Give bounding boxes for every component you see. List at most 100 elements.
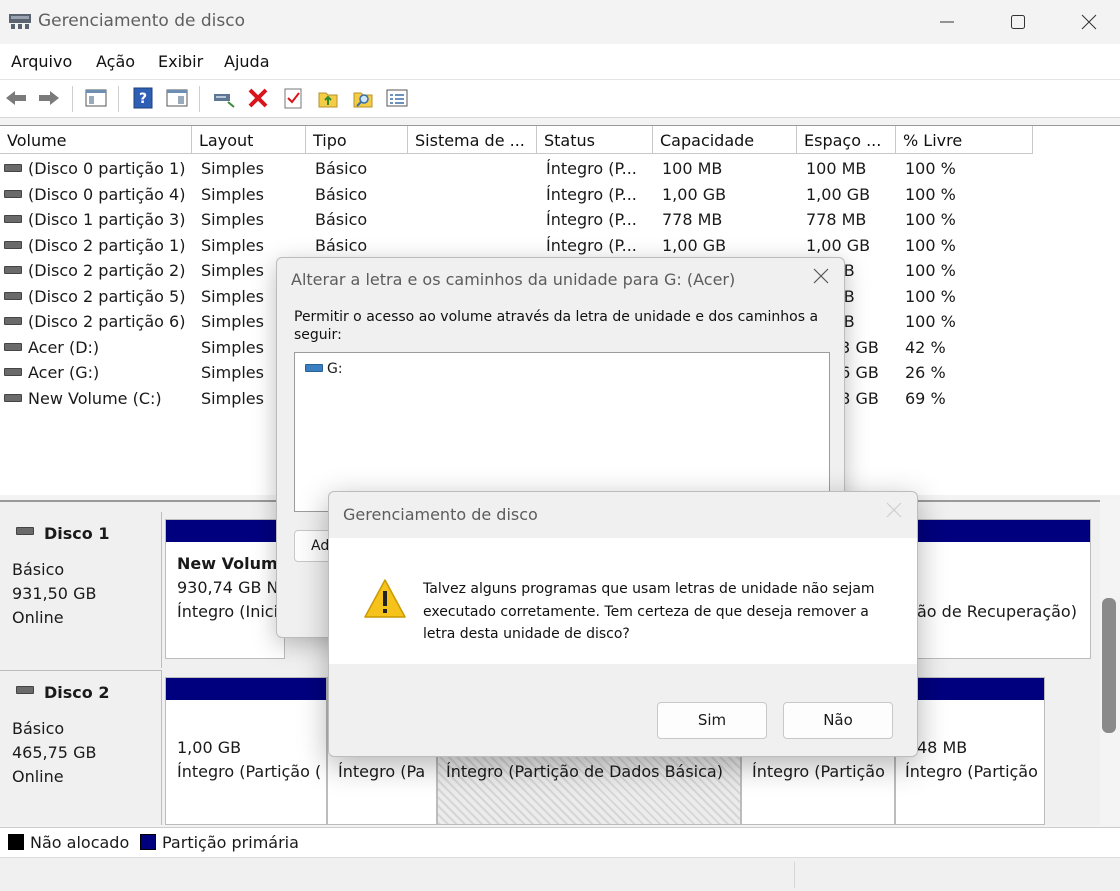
no-button[interactable]: Não xyxy=(783,702,893,739)
table-cell-capacity: 778 MB xyxy=(662,210,723,229)
checklist-icon xyxy=(284,88,302,109)
window-title: Gerenciamento de disco xyxy=(38,11,246,31)
menu-acao[interactable]: Ação xyxy=(96,52,135,71)
legend-primary: Partição primária xyxy=(162,833,299,852)
table-cell-name: (Disco 0 partição 4) xyxy=(4,182,189,207)
table-cell-type: Básico xyxy=(315,235,368,255)
disk-name: Disco 1 xyxy=(44,524,110,543)
column-header-espaco[interactable]: Espaço ... xyxy=(797,126,896,154)
partition-block[interactable]: 1,00 GB Íntegro (Partição ( xyxy=(165,677,327,825)
minimize-button[interactable] xyxy=(912,0,982,44)
toolbar: ? xyxy=(0,80,1120,118)
paths-list[interactable]: G: xyxy=(294,352,830,512)
maximize-button[interactable] xyxy=(983,0,1053,44)
partition-status: Íntegro (Partição ( xyxy=(177,762,322,781)
volume-icon xyxy=(4,266,22,274)
volume-icon xyxy=(4,240,22,249)
disk-2-label[interactable]: Disco 2 Básico 465,75 GB Online xyxy=(0,670,162,825)
close-icon xyxy=(1081,14,1097,30)
primary-partition-bar xyxy=(166,520,284,542)
table-row[interactable]: (Disco 2 partição 1) Simples Básico Íntegro… xyxy=(0,233,1120,258)
table-cell-layout: Simples xyxy=(201,184,264,204)
dialog-close-button[interactable] xyxy=(812,266,830,291)
partition-status: Íntegro (Pa xyxy=(338,762,426,781)
menu-exibir[interactable]: Exibir xyxy=(158,52,203,71)
table-cell-pct: 26 % xyxy=(905,363,946,382)
column-header-tipo[interactable]: Tipo xyxy=(306,126,408,154)
table-cell-name: (Disco 2 partição 6) xyxy=(4,309,189,334)
legend-unallocated: Não alocado xyxy=(30,833,130,852)
primary-partition-bar xyxy=(166,678,326,700)
table-row[interactable]: (Disco 0 partição 1) Simples Básico Íntegro… xyxy=(0,156,1120,181)
volume-name: (Disco 1 partição 3) xyxy=(28,210,186,229)
list-item[interactable]: G: xyxy=(305,361,343,377)
column-header-filesystem[interactable]: Sistema de ... xyxy=(408,126,537,154)
back-button[interactable] xyxy=(4,86,28,110)
yes-button[interactable]: Sim xyxy=(657,702,767,739)
menu-ajuda[interactable]: Ajuda xyxy=(224,52,270,71)
table-cell-pct: 100 % xyxy=(905,312,956,331)
table-cell-layout: Simples xyxy=(201,388,264,408)
partition-status: Íntegro (Inici xyxy=(177,602,279,621)
table-cell-type: Básico xyxy=(315,159,368,178)
disk-icon xyxy=(16,527,34,535)
warning-icon xyxy=(364,579,406,618)
folder-search-button[interactable] xyxy=(351,86,375,110)
folder-search-icon xyxy=(353,92,373,108)
primary-swatch xyxy=(140,834,156,850)
unallocated-swatch xyxy=(8,834,24,850)
column-header-status[interactable]: Status xyxy=(537,126,653,154)
column-header-livre[interactable]: % Livre xyxy=(896,126,1033,154)
close-icon xyxy=(813,268,829,284)
table-cell-layout: Simples xyxy=(201,312,264,331)
table-cell-pct: 100 % xyxy=(905,286,956,306)
scrollbar-thumb[interactable] xyxy=(1102,598,1116,733)
table-row[interactable]: (Disco 0 partição 4) Simples Básico Íntegro… xyxy=(0,182,1120,207)
dialog-close-button[interactable] xyxy=(885,500,903,525)
delete-button[interactable] xyxy=(246,86,270,110)
disk-icon xyxy=(16,686,34,694)
title-bar: Gerenciamento de disco xyxy=(0,0,1120,44)
folder-up-button[interactable] xyxy=(316,86,340,110)
volume-name: (Disco 2 partição 6) xyxy=(28,312,186,331)
table-cell-pct: 100 % xyxy=(905,159,956,178)
partition-block[interactable]: New Volum 930,74 GB N Íntegro (Inici xyxy=(165,519,285,659)
list-button[interactable] xyxy=(385,86,409,110)
table-cell-name: (Disco 0 partição 1) xyxy=(4,156,189,181)
close-icon xyxy=(886,502,902,518)
column-header-volume[interactable]: Volume xyxy=(0,126,192,154)
partition-label: New Volum xyxy=(177,554,278,573)
show-hide-console-tree-button[interactable] xyxy=(84,86,108,110)
table-cell-layout: Simples xyxy=(201,286,264,306)
help-button[interactable]: ? xyxy=(131,86,155,110)
disk-name: Disco 2 xyxy=(44,683,110,702)
toolbar-separator xyxy=(199,86,200,112)
volume-name: (Disco 0 partição 4) xyxy=(28,184,186,204)
partition-size: 48 MB xyxy=(917,738,968,757)
volume-name: (Disco 0 partição 1) xyxy=(28,159,186,178)
delete-icon xyxy=(248,88,268,108)
column-header-capacidade[interactable]: Capacidade xyxy=(653,126,797,154)
table-cell-free: 1,00 GB xyxy=(806,184,871,204)
close-button[interactable] xyxy=(1054,0,1120,44)
volume-icon xyxy=(4,189,22,198)
checklist-button[interactable] xyxy=(281,86,305,110)
partition-size: 930,74 GB N xyxy=(177,578,279,597)
volume-icon xyxy=(4,368,22,376)
dialog-message: Talvez alguns programas que usam letras … xyxy=(423,581,875,642)
column-header-layout[interactable]: Layout xyxy=(192,126,306,154)
connect-button[interactable] xyxy=(212,86,236,110)
table-cell-capacity: 1,00 GB xyxy=(662,235,727,255)
partition-block[interactable]: ão de Recuperação) xyxy=(917,519,1091,659)
table-row[interactable]: (Disco 1 partição 3) Simples Básico Íntegro… xyxy=(0,207,1120,232)
volume-name: (Disco 2 partição 2) xyxy=(28,261,186,280)
forward-button[interactable] xyxy=(37,86,61,110)
disk-1-label[interactable]: Disco 1 Básico 931,50 GB Online xyxy=(0,512,162,668)
list-icon xyxy=(386,89,408,107)
properties-button[interactable] xyxy=(165,86,189,110)
table-cell-layout: Simples xyxy=(201,235,264,255)
menu-arquivo[interactable]: Arquivo xyxy=(11,52,72,71)
table-cell-name: Acer (G:) xyxy=(4,360,189,385)
volume-name: Acer (D:) xyxy=(28,337,100,357)
table-cell-type: Básico xyxy=(315,184,368,204)
